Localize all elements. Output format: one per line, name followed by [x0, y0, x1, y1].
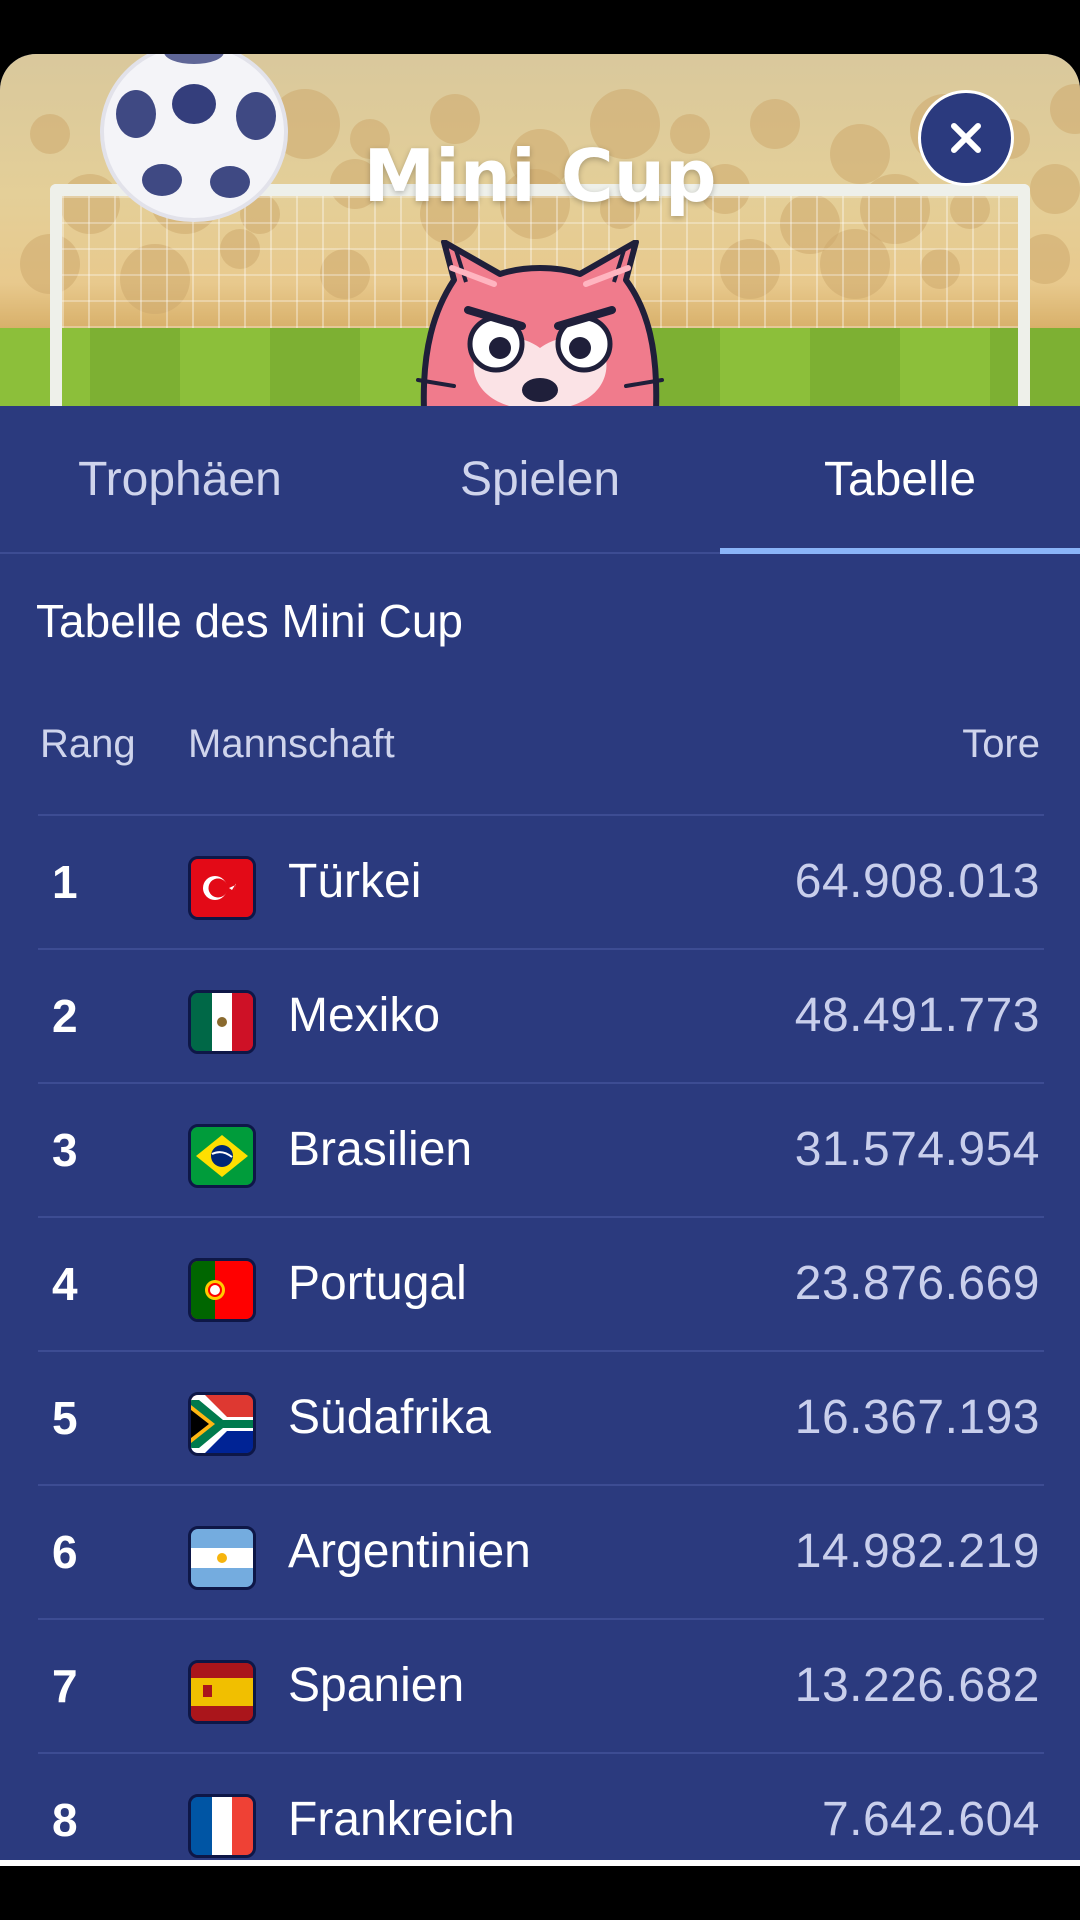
table-title: Tabelle des Mini Cup [36, 595, 464, 647]
mexico-flag-icon [188, 990, 256, 1054]
tab-tabelle[interactable]: Tabelle [720, 406, 1080, 554]
table-row: 7 Spanien 13.226.682 [38, 1618, 1044, 1752]
south-africa-flag-icon [188, 1392, 256, 1456]
column-header-rank: Rang [40, 722, 136, 766]
close-button[interactable] [918, 90, 1014, 186]
table-row: 2 Mexiko 48.491.773 [38, 948, 1044, 1082]
rank-value: 4 [52, 1258, 78, 1310]
table-row: 6 Argentinien 14.982.219 [38, 1484, 1044, 1618]
rank-value: 3 [52, 1124, 78, 1176]
goals-value: 16.367.193 [794, 1391, 1040, 1444]
standings-table: 1 Türkei 64.908.013 2 Mexiko 48.491.773 … [38, 814, 1044, 1862]
turkey-flag-icon [188, 856, 256, 920]
table-row: 3 Brasilien 31.574.954 [38, 1082, 1044, 1216]
header-scene: Mini Cup [0, 54, 1080, 406]
goals-value: 48.491.773 [794, 989, 1040, 1042]
argentina-flag-icon [188, 1526, 256, 1590]
goals-value: 31.574.954 [794, 1123, 1040, 1176]
crowd-blob [1050, 84, 1080, 134]
mini-cup-panel: Mini Cup Trophäen Spielen Tabelle Tabell… [0, 54, 1080, 1862]
team-name: Türkei [288, 855, 422, 908]
portugal-flag-icon [188, 1258, 256, 1322]
tab-spielen[interactable]: Spielen [360, 406, 720, 552]
france-flag-icon [188, 1794, 256, 1858]
team-name: Spanien [288, 1659, 465, 1712]
goals-value: 14.982.219 [794, 1525, 1040, 1578]
team-name: Brasilien [288, 1123, 473, 1176]
rank-value: 8 [52, 1794, 78, 1846]
table-row: 1 Türkei 64.908.013 [38, 814, 1044, 948]
rank-value: 5 [52, 1392, 78, 1444]
goals-value: 7.642.604 [821, 1793, 1040, 1846]
table-row: 4 Portugal 23.876.669 [38, 1216, 1044, 1350]
brazil-flag-icon [188, 1124, 256, 1188]
goals-value: 23.876.669 [794, 1257, 1040, 1310]
spain-flag-icon [188, 1660, 256, 1724]
team-name: Südafrika [288, 1391, 491, 1444]
rank-value: 7 [52, 1660, 78, 1712]
column-header-team: Mannschaft [188, 722, 395, 766]
rank-value: 6 [52, 1526, 78, 1578]
team-name: Mexiko [288, 989, 441, 1042]
rank-value: 1 [52, 856, 78, 908]
column-header-goals: Tore [962, 722, 1040, 766]
bottom-edge [0, 1860, 1080, 1866]
tab-bar: Trophäen Spielen Tabelle [0, 406, 1080, 554]
tab-trophaeen[interactable]: Trophäen [0, 406, 360, 552]
team-name: Argentinien [288, 1525, 531, 1578]
table-row: 5 Südafrika 16.367.193 [38, 1350, 1044, 1484]
team-name: Portugal [288, 1257, 467, 1310]
rank-value: 2 [52, 990, 78, 1042]
goals-value: 13.226.682 [794, 1659, 1040, 1712]
table-row: 8 Frankreich 7.642.604 [38, 1752, 1044, 1862]
close-icon [951, 123, 981, 153]
goals-value: 64.908.013 [794, 855, 1040, 908]
team-name: Frankreich [288, 1793, 515, 1846]
cat-goalkeeper-icon [416, 240, 664, 406]
table-header: Rang Mannschaft Tore [38, 714, 1044, 774]
